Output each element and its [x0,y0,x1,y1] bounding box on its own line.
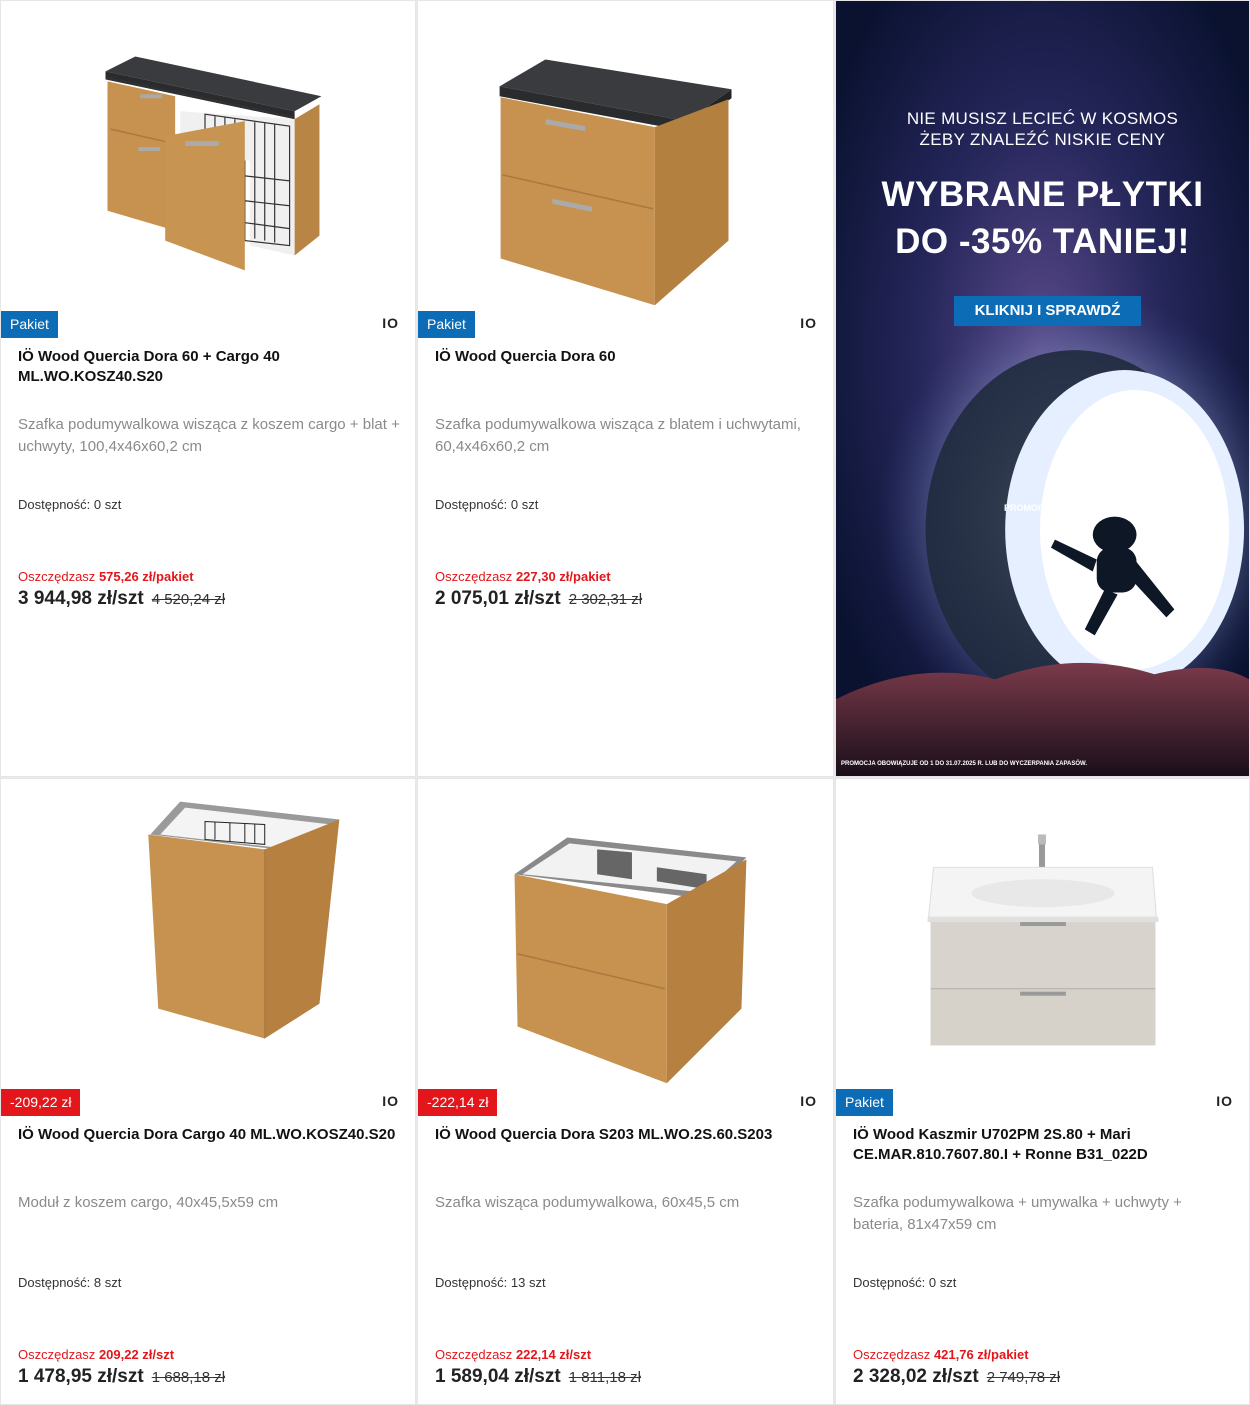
product-description: Moduł z koszem cargo, 40x45,5x59 cm [18,1194,279,1211]
product-image[interactable] [836,779,1249,1084]
savings-label: Oszczędzasz [853,1347,931,1362]
savings: Oszczędzasz 575,26 zł/pakiet [18,569,194,584]
availability-value: 13 szt [510,1275,546,1290]
product-image[interactable] [1,779,415,1084]
product-image[interactable] [1,1,415,306]
savings-label: Oszczędzasz [18,1347,96,1362]
product-title[interactable]: IÖ Wood Quercia Dora 60 + Cargo 40 ML.WO… [18,347,401,387]
availability: Dostępność: 0 szt [435,497,538,512]
product-description: Szafka podumywalkowa + umywalka + uchwyt… [853,1194,1182,1233]
promo-tag: PROMOCJE [1004,503,1056,513]
availability-value: 0 szt [93,497,122,512]
product-description: Szafka podumywalkowa wisząca z koszem ca… [18,416,400,455]
brand-logo: IO [382,1093,399,1109]
price: 1 478,95 zł/szt 1 688,18 zł [18,1366,225,1388]
price: 2 328,02 zł/szt 2 749,78 zł [853,1366,1060,1388]
product-image[interactable] [418,1,833,306]
brand-logo: IO [800,315,817,331]
savings-amount: 222,14 zł/szt [515,1347,592,1362]
product-description: Szafka wisząca podumywalkowa, 60x45,5 cm [435,1194,740,1211]
pakiet-badge: Pakiet [418,311,475,338]
savings-label: Oszczędzasz [435,569,513,584]
product-card[interactable]: -209,22 zł IO IÖ Wood Quercia Dora Cargo… [0,778,416,1405]
promo-cta-button[interactable]: KLIKNIJ I SPRAWDŹ [954,296,1141,326]
product-grid: Pakiet IO IÖ Wood Quercia Dora 60 + Carg… [0,0,1250,1405]
product-card[interactable]: Pakiet IO IÖ Wood Quercia Dora 60 + Carg… [0,0,416,777]
product-card[interactable]: Pakiet IO IÖ Wood Kaszmir U702PM 2S.80 +… [835,778,1250,1405]
savings-amount: 421,76 zł/pakiet [933,1347,1029,1362]
availability-label: Dostępność: [853,1275,926,1290]
price: 1 589,04 zł/szt 1 811,18 zł [435,1366,641,1388]
availability-label: Dostępność: [435,1275,508,1290]
price: 2 075,01 zł/szt 2 302,31 zł [435,588,642,610]
availability: Dostępność: 13 szt [435,1275,546,1290]
brand-logo: IO [1216,1093,1233,1109]
savings: Oszczędzasz 421,76 zł/pakiet [853,1347,1029,1362]
savings: Oszczędzasz 227,30 zł/pakiet [435,569,611,584]
savings-label: Oszczędzasz [18,569,96,584]
old-price: 2 302,31 zł [568,591,643,608]
promo-banner[interactable]: NIE MUSISZ LECIEĆ W KOSMOS ŻEBY ZNALEŹĆ … [835,0,1250,777]
availability-value: 0 szt [928,1275,957,1290]
savings-label: Oszczędzasz [435,1347,513,1362]
current-price: 2 075,01 zł/szt [435,588,561,609]
savings-amount: 227,30 zł/pakiet [515,569,611,584]
product-title[interactable]: IÖ Wood Kaszmir U702PM 2S.80 + Mari CE.M… [853,1125,1235,1165]
product-title[interactable]: IÖ Wood Quercia Dora S203 ML.WO.2S.60.S2… [435,1125,819,1145]
current-price: 1 478,95 zł/szt [18,1366,144,1387]
product-card[interactable]: -222,14 zł IO IÖ Wood Quercia Dora S203 … [417,778,834,1405]
availability: Dostępność: 8 szt [18,1275,121,1290]
availability: Dostępność: 0 szt [18,497,121,512]
old-price: 4 520,24 zł [151,591,226,608]
promo-headline-1: NIE MUSISZ LECIEĆ W KOSMOS [906,109,1179,128]
pakiet-badge: Pakiet [836,1089,893,1116]
old-price: 2 749,78 zł [986,1369,1061,1386]
old-price: 1 811,18 zł [568,1369,641,1386]
availability-value: 0 szt [510,497,539,512]
promo-title: WYBRANE PŁYTKI DO -35% TANIEJ! [836,171,1249,265]
availability: Dostępność: 0 szt [853,1275,956,1290]
product-image[interactable] [418,779,833,1084]
price: 3 944,98 zł/szt 4 520,24 zł [18,588,225,610]
availability-value: 8 szt [93,1275,122,1290]
pakiet-badge: Pakiet [1,311,58,338]
savings-amount: 209,22 zł/szt [98,1347,175,1362]
discount-badge: -209,22 zł [1,1089,81,1116]
current-price: 2 328,02 zł/szt [853,1366,979,1387]
promo-title-2: DO -35% TANIEJ! [895,222,1190,261]
availability-label: Dostępność: [18,497,91,512]
promo-headline-2: ŻEBY ZNALEŹĆ NISKIE CENY [919,130,1166,149]
savings-amount: 575,26 zł/pakiet [98,569,194,584]
availability-label: Dostępność: [18,1275,91,1290]
availability-label: Dostępność: [435,497,508,512]
product-title[interactable]: IÖ Wood Quercia Dora 60 [435,347,819,367]
product-title[interactable]: IÖ Wood Quercia Dora Cargo 40 ML.WO.KOSZ… [18,1125,401,1145]
current-price: 3 944,98 zł/szt [18,588,144,609]
current-price: 1 589,04 zł/szt [435,1366,561,1387]
promo-footer: PROMOCJA OBOWIĄZUJE OD 1 DO 31.07.2025 R… [841,761,1088,767]
brand-logo: IO [800,1093,817,1109]
promo-headline: NIE MUSISZ LECIEĆ W KOSMOS ŻEBY ZNALEŹĆ … [836,108,1249,150]
discount-badge: -222,14 zł [418,1089,498,1116]
savings: Oszczędzasz 209,22 zł/szt [18,1347,174,1362]
product-description: Szafka podumywalkowa wisząca z blatem i … [435,416,801,455]
old-price: 1 688,18 zł [151,1369,226,1386]
promo-title-1: WYBRANE PŁYTKI [881,175,1204,214]
savings: Oszczędzasz 222,14 zł/szt [435,1347,591,1362]
brand-logo: IO [382,315,399,331]
product-card[interactable]: Pakiet IO IÖ Wood Quercia Dora 60 Szafka… [417,0,834,777]
